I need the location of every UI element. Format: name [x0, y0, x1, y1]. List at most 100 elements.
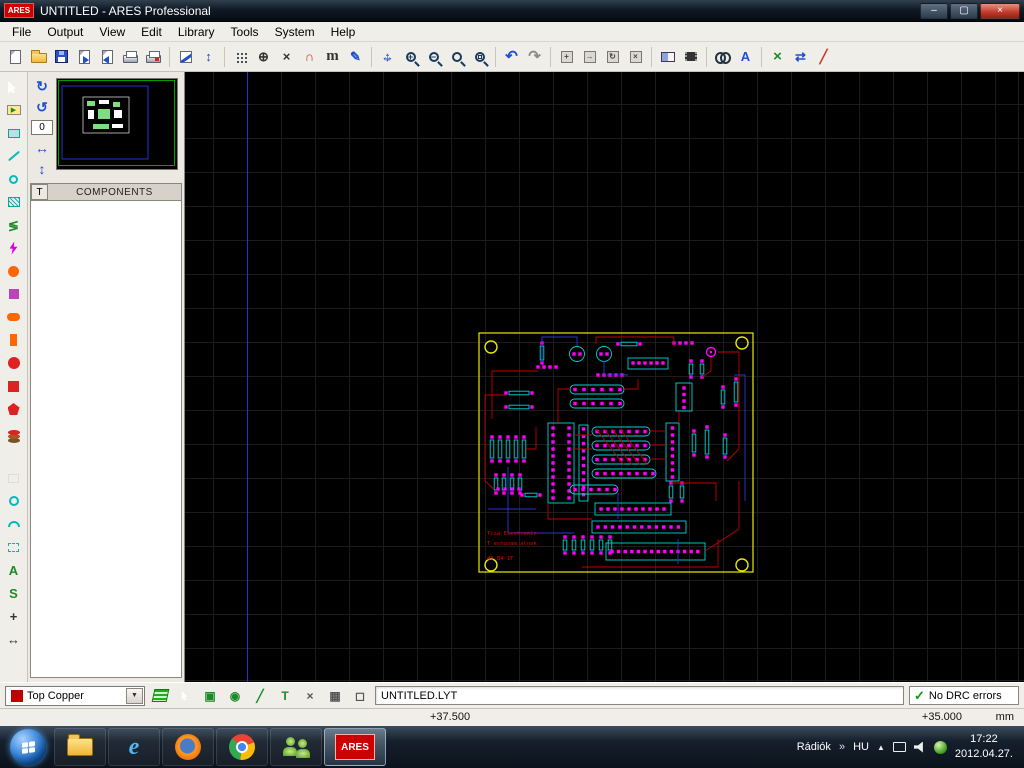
2d-symbol-button[interactable]: S	[5, 585, 23, 601]
layer-dropdown-button[interactable]: ▼	[126, 687, 143, 704]
minimize-button[interactable]: –	[920, 2, 948, 19]
2d-line-button[interactable]	[5, 447, 23, 463]
mirror-vertical-button[interactable]: ↕	[33, 161, 51, 177]
zoom-out-button[interactable]: −	[422, 45, 445, 68]
block-move-button[interactable]: →	[578, 45, 601, 68]
goto-position-button[interactable]: ✎	[344, 45, 367, 68]
2d-text-button[interactable]: A	[5, 562, 23, 578]
ratsnest-mode-button[interactable]: ≶	[5, 217, 23, 233]
false-origin-button[interactable]: ⊕	[252, 45, 275, 68]
components-toggle-button[interactable]: T	[31, 184, 48, 200]
menu-help[interactable]: Help	[323, 23, 364, 41]
dil-pad-button[interactable]	[5, 309, 23, 325]
status-trace-button[interactable]: ╱	[250, 686, 270, 706]
taskbar-ares-button[interactable]: ARES	[324, 728, 386, 766]
dimension-button[interactable]: ↔	[5, 631, 23, 647]
snap-toggle-button[interactable]: ∩	[298, 45, 321, 68]
menu-edit[interactable]: Edit	[133, 23, 170, 41]
x-cursor-button[interactable]: ×	[275, 45, 298, 68]
smt-square-pad-button[interactable]	[5, 378, 23, 394]
block-delete-button[interactable]: ×	[624, 45, 647, 68]
pan-button[interactable]: ↔ ↕	[376, 45, 399, 68]
status-delete-button[interactable]: ×	[300, 686, 320, 706]
volume-tray-icon[interactable]	[913, 741, 923, 753]
zone-mode-button[interactable]	[5, 194, 23, 210]
export-region-button[interactable]	[96, 45, 119, 68]
2d-path-button[interactable]	[5, 539, 23, 555]
track-mode-button[interactable]	[5, 148, 23, 164]
close-button[interactable]: ×	[980, 2, 1020, 19]
menu-view[interactable]: View	[91, 23, 133, 41]
ratsnest-recalc-button[interactable]: ⇄	[789, 45, 812, 68]
menu-output[interactable]: Output	[39, 23, 91, 41]
save-layout-button[interactable]	[50, 45, 73, 68]
smt-polygon-pad-button[interactable]	[5, 401, 23, 417]
status-selection-button[interactable]	[175, 686, 195, 706]
marker-button[interactable]: +	[5, 608, 23, 624]
padstack-button[interactable]	[5, 424, 23, 440]
maximize-button[interactable]: ▢	[950, 2, 978, 19]
pick-parts-button[interactable]	[656, 45, 679, 68]
block-copy-button[interactable]: +	[555, 45, 578, 68]
display-tray-icon[interactable]	[892, 742, 906, 752]
2d-arc-button[interactable]	[5, 516, 23, 532]
grid-toggle-button[interactable]	[229, 45, 252, 68]
import-region-button[interactable]	[73, 45, 96, 68]
flip-board-button[interactable]: ↕	[197, 45, 220, 68]
network-tray-icon[interactable]	[933, 740, 947, 754]
menu-file[interactable]: File	[4, 23, 39, 41]
menu-system[interactable]: System	[267, 23, 323, 41]
status-grid-button[interactable]: ▦	[325, 686, 345, 706]
taskbar-contacts-button[interactable]	[270, 728, 322, 766]
start-button[interactable]	[10, 729, 46, 765]
auto-router-button[interactable]: ×	[766, 45, 789, 68]
language-indicator[interactable]: HU	[853, 741, 869, 753]
new-layout-button[interactable]	[4, 45, 27, 68]
drc-report-button[interactable]: ╱	[812, 45, 835, 68]
status-component-button[interactable]: ▣	[200, 686, 220, 706]
round-pad-button[interactable]	[5, 263, 23, 279]
editor-canvas[interactable]: Tisa-Electronic T eshuoam alnak dE-B4-1T	[185, 72, 1024, 682]
taskbar-chrome-button[interactable]	[216, 728, 268, 766]
status-text-button[interactable]: T	[275, 686, 295, 706]
filename-field[interactable]: UNTITLED.LYT	[375, 686, 904, 705]
status-pad-button[interactable]: ◉	[225, 686, 245, 706]
taskbar-firefox-button[interactable]	[162, 728, 214, 766]
2d-box-button[interactable]	[5, 470, 23, 486]
metric-toggle-button[interactable]: m	[321, 45, 344, 68]
tray-toolbar-label[interactable]: Rádiók	[797, 741, 831, 753]
taskbar-clock[interactable]: 17:22 2012.04.27.	[955, 732, 1013, 762]
redo-button[interactable]: ↷	[523, 45, 546, 68]
component-mode-button[interactable]: ▶	[5, 102, 23, 118]
connectivity-highlight-button[interactable]	[5, 240, 23, 256]
edge-pad-button[interactable]	[5, 332, 23, 348]
undo-button[interactable]: ↶	[500, 45, 523, 68]
status-box-button[interactable]: ◻	[350, 686, 370, 706]
auto-name-button[interactable]: A	[734, 45, 757, 68]
rotation-angle-input[interactable]: 0	[31, 120, 53, 135]
square-pad-button[interactable]	[5, 286, 23, 302]
2d-circle-button[interactable]	[5, 493, 23, 509]
smt-circle-pad-button[interactable]	[5, 355, 23, 371]
mark-output-area-button[interactable]	[142, 45, 165, 68]
mirror-horizontal-button[interactable]: ↔	[33, 140, 51, 156]
taskbar-ie-button[interactable]: e	[108, 728, 160, 766]
block-rotate-button[interactable]: ↻	[601, 45, 624, 68]
package-mode-button[interactable]	[5, 125, 23, 141]
zoom-all-button[interactable]	[445, 45, 468, 68]
rotate-cw-button[interactable]: ↻	[33, 78, 51, 94]
via-mode-button[interactable]	[5, 171, 23, 187]
design-overview[interactable]	[56, 78, 178, 170]
menu-tools[interactable]: Tools	[223, 23, 267, 41]
make-package-button[interactable]	[679, 45, 702, 68]
taskbar-explorer-button[interactable]	[54, 728, 106, 766]
zoom-in-button[interactable]: +	[399, 45, 422, 68]
redraw-button[interactable]	[174, 45, 197, 68]
menu-library[interactable]: Library	[170, 23, 223, 41]
print-button[interactable]	[119, 45, 142, 68]
show-hidden-icons-button[interactable]: ▲	[877, 743, 885, 752]
open-layout-button[interactable]	[27, 45, 50, 68]
layers-dialog-button[interactable]	[150, 686, 170, 706]
tray-chevron[interactable]: »	[839, 741, 845, 753]
selection-mode-button[interactable]	[5, 79, 23, 95]
